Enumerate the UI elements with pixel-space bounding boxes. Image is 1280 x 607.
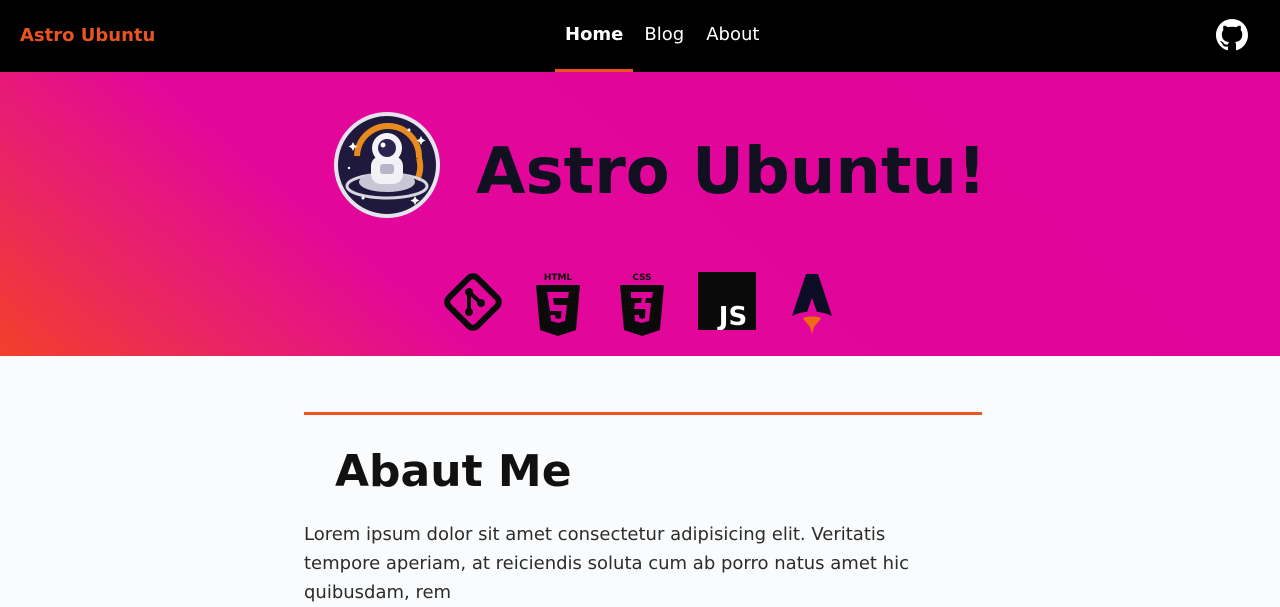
hero-title: Astro Ubuntu! (476, 135, 987, 209)
javascript-icon: JS (698, 272, 756, 330)
astronaut-logo-icon (334, 112, 440, 218)
nav-link-home[interactable]: Home (555, 0, 634, 72)
html5-icon: HTML (536, 273, 580, 336)
section-divider (304, 412, 982, 415)
github-icon[interactable] (1216, 19, 1248, 51)
about-title: Abaut Me (335, 446, 572, 497)
hero-banner: Astro Ubuntu! HTML CSS JS (0, 72, 1280, 356)
main-nav: Home Blog About (555, 0, 770, 72)
html-label: HTML (544, 273, 573, 283)
brand-link[interactable]: Astro Ubuntu (20, 24, 155, 48)
git-icon (444, 273, 502, 331)
js-label: JS (717, 302, 747, 330)
css3-icon: CSS (620, 273, 664, 336)
top-navbar: Astro Ubuntu Home Blog About (0, 0, 1280, 72)
about-paragraph: Lorem ipsum dolor sit amet consectetur a… (304, 524, 909, 603)
css-label: CSS (632, 273, 651, 283)
astro-icon (792, 274, 832, 334)
nav-link-about[interactable]: About (695, 0, 770, 72)
nav-link-blog[interactable]: Blog (633, 0, 695, 72)
